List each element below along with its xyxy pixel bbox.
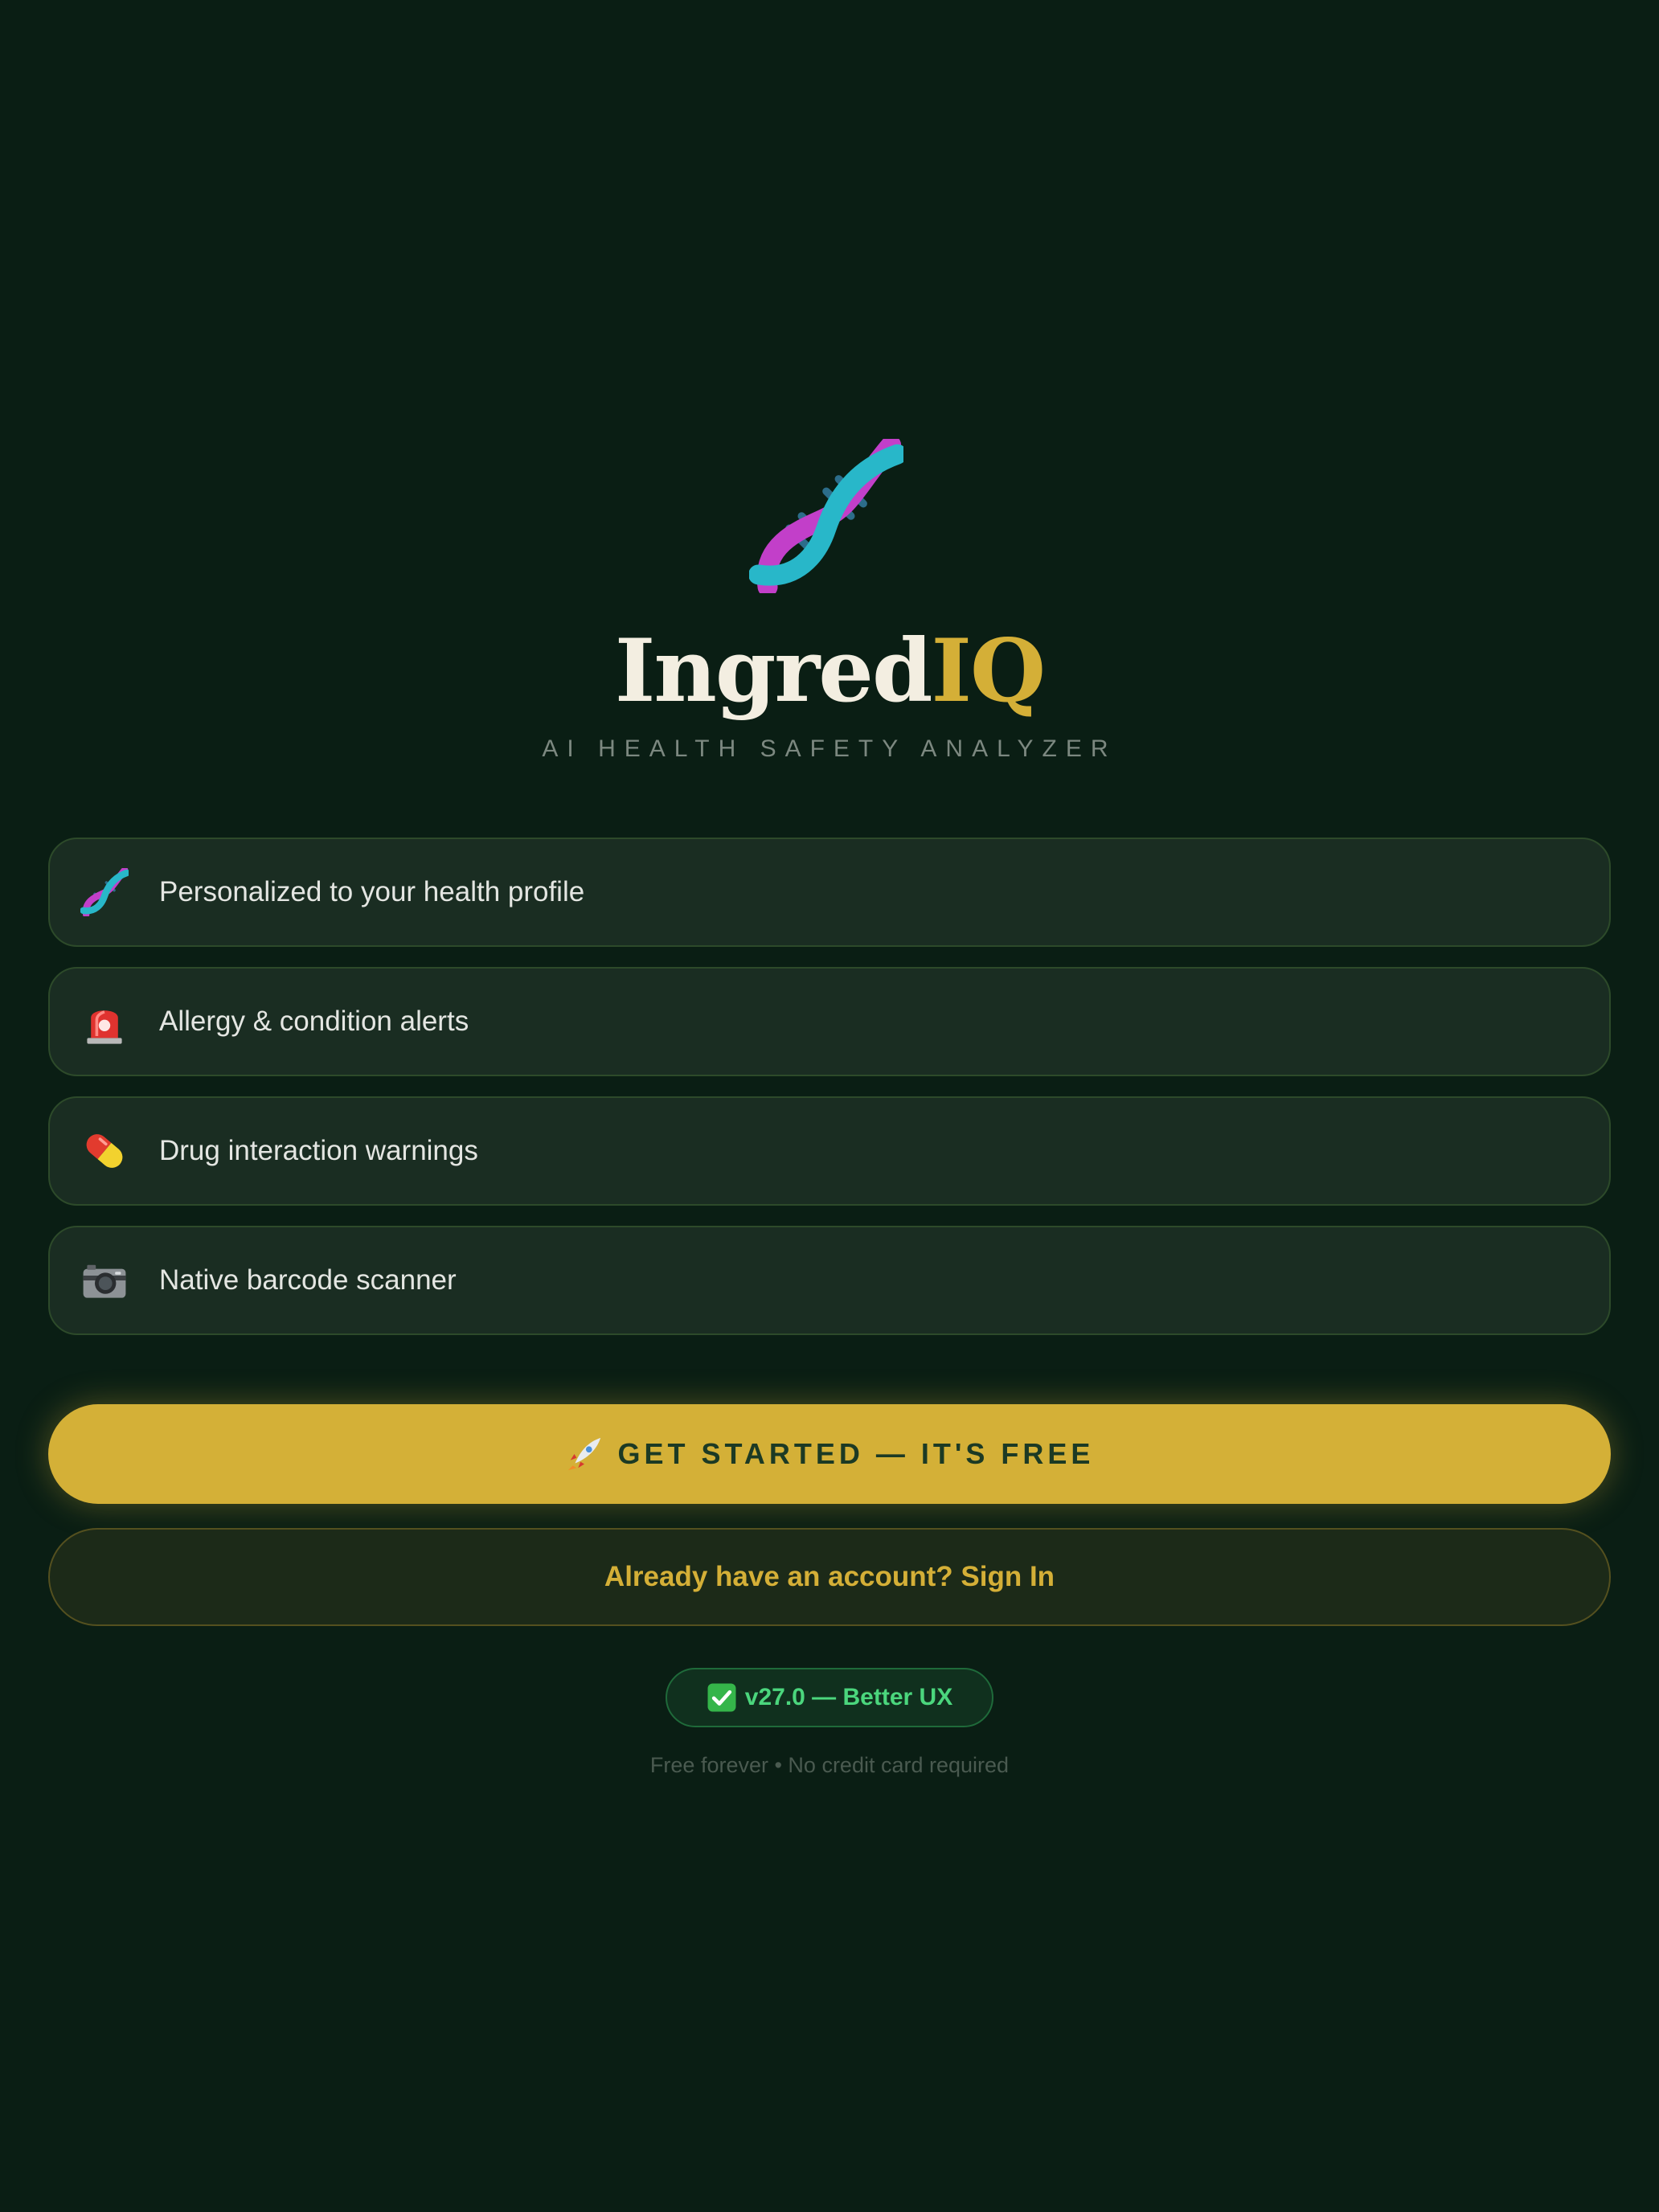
feature-card-barcode-scanner: Native barcode scanner bbox=[48, 1226, 1611, 1335]
tagline: AI HEALTH SAFETY ANALYZER bbox=[542, 735, 1117, 762]
check-icon bbox=[707, 1683, 736, 1712]
siren-icon bbox=[79, 996, 130, 1047]
version-badge: v27.0 — Better UX bbox=[666, 1668, 993, 1727]
sign-in-label: Already have an account? Sign In bbox=[604, 1561, 1055, 1592]
feature-label: Allergy & condition alerts bbox=[159, 1006, 469, 1037]
rocket-icon bbox=[567, 1437, 600, 1471]
feature-label: Drug interaction warnings bbox=[159, 1135, 478, 1166]
app-title-part2: IQ bbox=[931, 621, 1047, 722]
sign-in-button[interactable]: Already have an account? Sign In bbox=[48, 1528, 1611, 1626]
version-label: v27.0 — Better UX bbox=[744, 1684, 953, 1710]
camera-icon bbox=[79, 1255, 130, 1306]
feature-card-drug-interactions: Drug interaction warnings bbox=[48, 1096, 1611, 1206]
get-started-label: GET STARTED — IT'S FREE bbox=[617, 1437, 1095, 1470]
pill-icon bbox=[79, 1125, 130, 1177]
dna-icon bbox=[79, 866, 130, 918]
get-started-button[interactable]: GET STARTED — IT'S FREE bbox=[48, 1404, 1611, 1504]
app-title: IngredIQ bbox=[0, 619, 1659, 723]
feature-label: Personalized to your health profile bbox=[159, 876, 585, 907]
feature-card-allergy-alerts: Allergy & condition alerts bbox=[48, 967, 1611, 1076]
welcome-screen: IngredIQ AI HEALTH SAFETY ANALYZER Perso… bbox=[0, 0, 1659, 2212]
feature-list: Personalized to your health profile Alle… bbox=[48, 838, 1611, 1355]
app-title-part1: Ingred bbox=[614, 621, 933, 722]
feature-label: Native barcode scanner bbox=[159, 1264, 457, 1296]
footnote: Free forever • No credit card required bbox=[649, 1753, 1010, 1777]
dna-icon bbox=[749, 439, 903, 593]
feature-card-health-profile: Personalized to your health profile bbox=[48, 838, 1611, 947]
